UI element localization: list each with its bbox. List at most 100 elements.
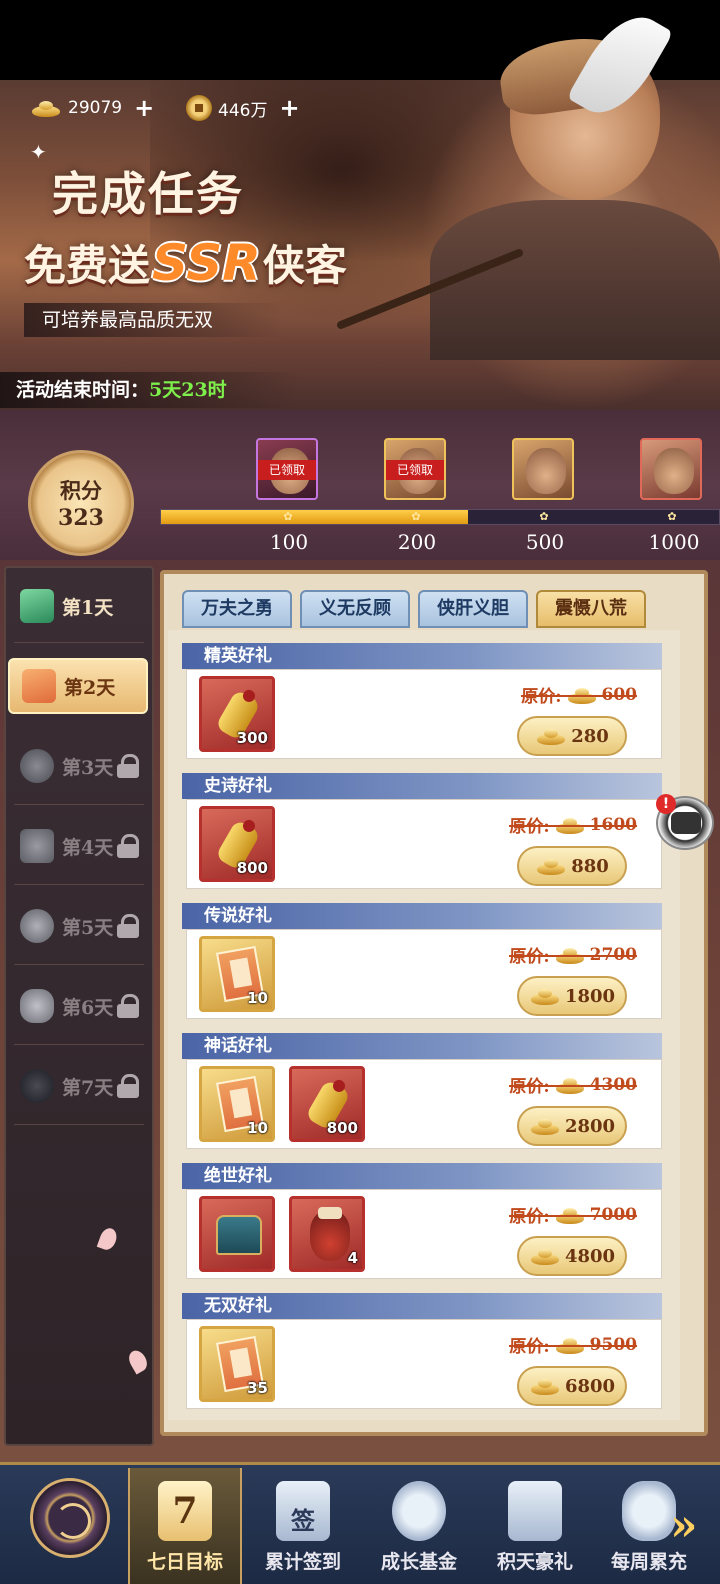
strikethrough bbox=[509, 824, 637, 827]
tab-zhenshebahuang[interactable]: 震慑八荒 bbox=[536, 590, 646, 628]
gift-body: 35 原价: 9500 6800 bbox=[186, 1319, 662, 1409]
day-label: 第2天 bbox=[64, 676, 116, 699]
milestone-reward-1000[interactable] bbox=[640, 438, 706, 500]
milestone-flower-icon: ✿ bbox=[667, 510, 677, 523]
price-value: 6800 bbox=[564, 1375, 616, 1397]
original-price: 原价: 600 bbox=[521, 682, 637, 707]
item-count: 800 bbox=[236, 859, 268, 877]
lock-icon bbox=[117, 1074, 140, 1098]
nav-label: 每周累充 bbox=[610, 1551, 687, 1573]
orb-icon bbox=[20, 909, 54, 943]
day-tab-4[interactable]: 第4天 bbox=[8, 818, 148, 874]
chest-item[interactable] bbox=[199, 1196, 275, 1272]
buy-button[interactable]: 280 bbox=[517, 716, 627, 756]
buy-button[interactable]: 880 bbox=[517, 846, 627, 886]
day-label: 第4天 bbox=[62, 836, 114, 859]
ingot-amount: 29079 bbox=[68, 98, 123, 118]
treasure-icon bbox=[622, 1481, 676, 1541]
end-time-label: 活动结束时间： bbox=[16, 379, 150, 401]
scroll-item[interactable]: 800 bbox=[199, 806, 275, 882]
home-button[interactable] bbox=[30, 1478, 110, 1558]
ingot-icon bbox=[535, 726, 567, 746]
nav-daily-gifts[interactable]: 积天豪礼 bbox=[478, 1468, 592, 1584]
strikethrough bbox=[509, 1214, 637, 1217]
milestone-flower-icon: ✿ bbox=[539, 510, 549, 523]
buy-button[interactable]: 6800 bbox=[517, 1366, 627, 1406]
calendar-7-icon: 7 bbox=[158, 1481, 212, 1541]
item-count: 4 bbox=[347, 1249, 358, 1267]
milestone-value: 500 bbox=[525, 530, 565, 554]
tab-wanfuzhiyong[interactable]: 万夫之勇 bbox=[182, 590, 292, 628]
gift-pack-peerless: 绝世好礼 4 原价: 7000 4800 bbox=[182, 1163, 662, 1281]
nav-label: 成长基金 bbox=[380, 1551, 457, 1573]
day-tab-1[interactable]: 第1天 bbox=[8, 578, 148, 634]
milestone-reward-200[interactable]: 已领取 bbox=[384, 438, 450, 500]
ingot-icon bbox=[30, 98, 62, 118]
gift-icon bbox=[508, 1481, 562, 1541]
milestone-reward-500[interactable] bbox=[512, 438, 578, 500]
buy-button[interactable]: 4800 bbox=[517, 1236, 627, 1276]
card-item[interactable]: 10 bbox=[199, 1066, 275, 1142]
scroll-item[interactable]: 300 bbox=[199, 676, 275, 752]
lock-icon bbox=[117, 914, 140, 938]
gift-body: 10 800 原价: 4300 2800 bbox=[186, 1059, 662, 1149]
tab-xiaganyidan[interactable]: 侠肝义胆 bbox=[418, 590, 528, 628]
add-coin-button[interactable]: + bbox=[279, 94, 299, 122]
item-count: 10 bbox=[247, 1119, 268, 1137]
milestone-reward-100[interactable]: 已领取 bbox=[256, 438, 322, 500]
card-item[interactable]: 35 bbox=[199, 1326, 275, 1402]
card-item[interactable]: 10 bbox=[199, 936, 275, 1012]
scroll-item[interactable]: 800 bbox=[289, 1066, 365, 1142]
scroll-right-arrow-icon[interactable]: » bbox=[670, 1500, 698, 1551]
divider bbox=[14, 964, 144, 965]
nav-growth-fund[interactable]: 成长基金 bbox=[362, 1468, 476, 1584]
gift-pack-elite: 精英好礼 300 原价: 600 280 bbox=[182, 643, 662, 761]
strikethrough bbox=[509, 1084, 637, 1087]
nav-seven-day-goals[interactable]: 7 七日目标 bbox=[128, 1468, 242, 1584]
ingot-icon bbox=[529, 1376, 561, 1396]
day-label: 第5天 bbox=[62, 916, 114, 939]
nav-cumulative-sign-in[interactable]: 签 累计签到 bbox=[246, 1468, 360, 1584]
hero-portrait-reward[interactable]: 已领取 bbox=[384, 438, 446, 500]
original-price: 原价: 9500 bbox=[509, 1332, 637, 1357]
price-value: 880 bbox=[571, 855, 609, 877]
milestone-value: 1000 bbox=[648, 530, 700, 554]
wine-jar-icon bbox=[310, 1207, 350, 1261]
jar-item[interactable]: 4 bbox=[289, 1196, 365, 1272]
gift-title: 精英好礼 bbox=[182, 643, 662, 669]
coin-currency[interactable]: 446万 + bbox=[186, 94, 300, 122]
event-end-time: 活动结束时间：5天23时 bbox=[0, 372, 300, 408]
item-count: 10 bbox=[247, 989, 268, 1007]
banner-title-suffix: 侠客 bbox=[262, 241, 347, 290]
hero-portrait-reward[interactable] bbox=[640, 438, 702, 500]
chat-bubble-icon bbox=[671, 812, 701, 834]
add-ingot-button[interactable]: + bbox=[134, 94, 154, 122]
chat-button[interactable]: ! bbox=[656, 794, 714, 850]
banner-title-line1: 完成任务 bbox=[52, 167, 244, 221]
price-value: 2800 bbox=[564, 1115, 616, 1137]
gift-pack-myth: 神话好礼 10 800 原价: 4300 2800 bbox=[182, 1033, 662, 1151]
hero-portrait-reward[interactable]: 已领取 bbox=[256, 438, 318, 500]
day-label: 第3天 bbox=[62, 756, 114, 779]
strikethrough bbox=[509, 954, 637, 957]
ore-icon bbox=[20, 829, 54, 863]
coin-icon bbox=[186, 95, 212, 121]
lock-icon bbox=[117, 834, 140, 858]
ingot-currency[interactable]: 29079 + bbox=[30, 94, 154, 122]
day-tab-2[interactable]: 第2天 bbox=[8, 658, 148, 714]
buy-button[interactable]: 1800 bbox=[517, 976, 627, 1016]
tab-yiwufangu[interactable]: 义无反顾 bbox=[300, 590, 410, 628]
price-value: 280 bbox=[571, 725, 609, 747]
day-tab-5[interactable]: 第5天 bbox=[8, 898, 148, 954]
item-count: 35 bbox=[247, 1379, 268, 1397]
day-tab-3[interactable]: 第3天 bbox=[8, 738, 148, 794]
day-tab-7[interactable]: 第7天 bbox=[8, 1058, 148, 1114]
gift-title: 传说好礼 bbox=[182, 903, 662, 929]
price-value: 1800 bbox=[564, 985, 616, 1007]
milestone-flower-icon: ✿ bbox=[411, 510, 421, 523]
day-tab-6[interactable]: 第6天 bbox=[8, 978, 148, 1034]
hero-portrait-icon bbox=[654, 448, 694, 494]
hero-portrait-reward[interactable] bbox=[512, 438, 574, 500]
gift-body: 10 原价: 2700 1800 bbox=[186, 929, 662, 1019]
buy-button[interactable]: 2800 bbox=[517, 1106, 627, 1146]
